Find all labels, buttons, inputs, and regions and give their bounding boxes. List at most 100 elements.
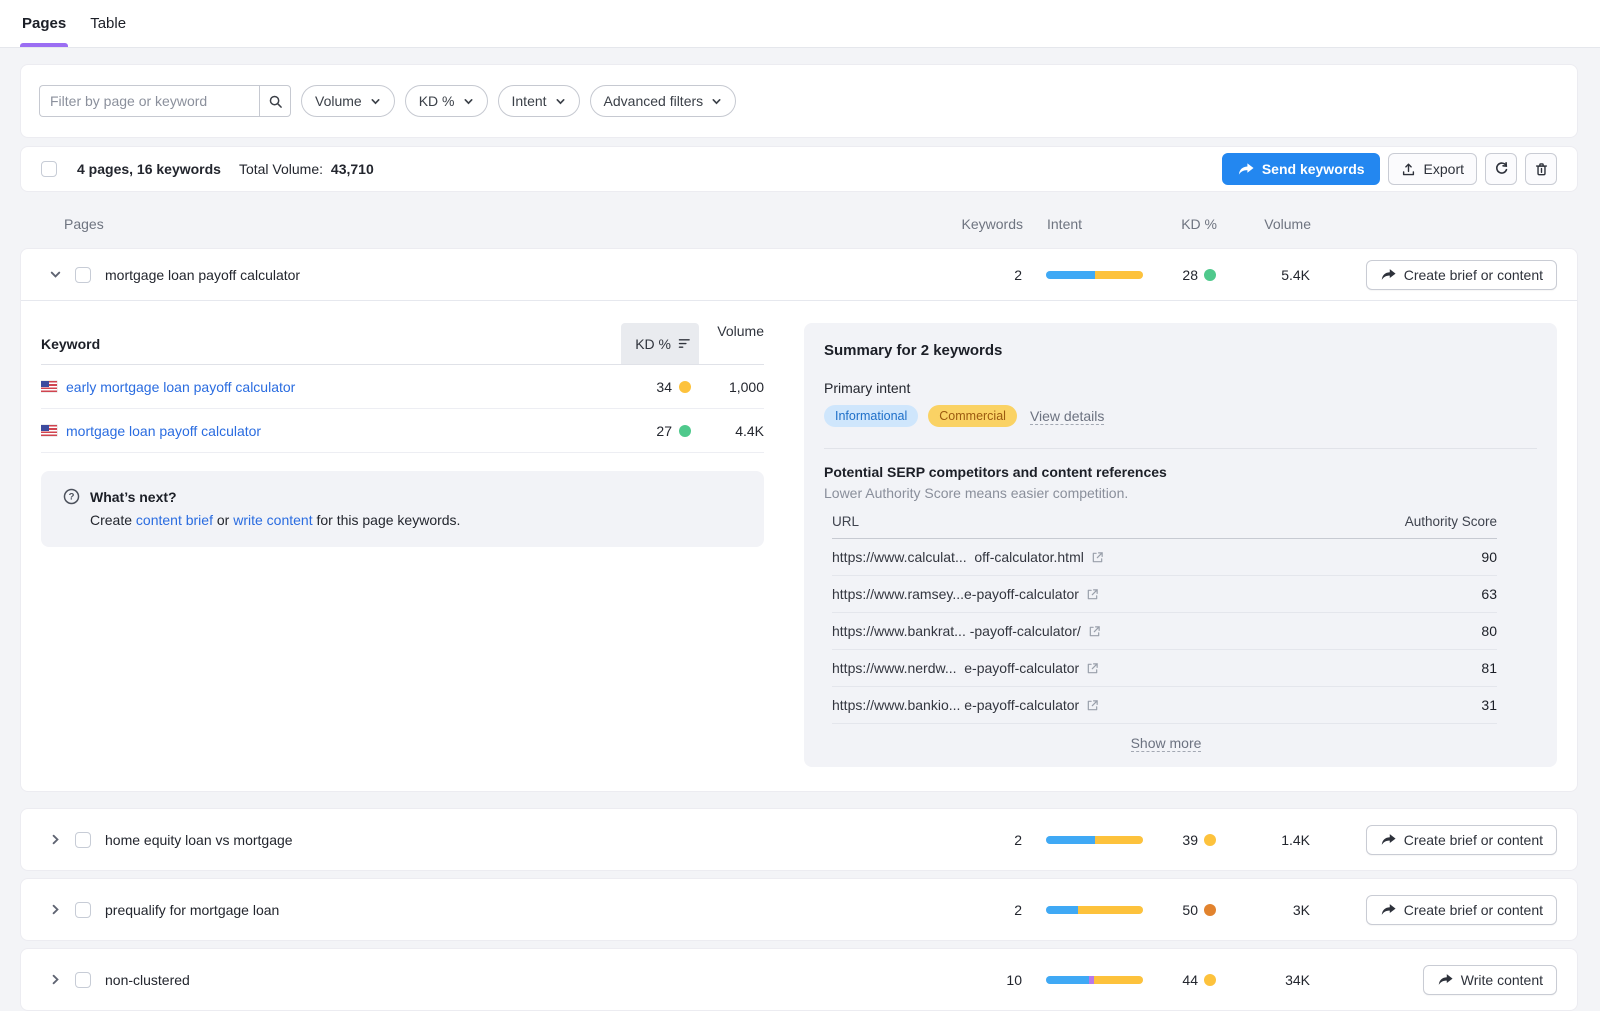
trash-icon: [1534, 162, 1549, 177]
external-link-icon[interactable]: [1091, 551, 1104, 564]
keyword-row: early mortgage loan payoff calculator 34…: [41, 365, 764, 409]
column-header-intent: Intent: [1047, 216, 1144, 232]
refresh-icon: [1494, 162, 1509, 177]
competitor-row: https://www.calculat... off-calculator.h…: [832, 539, 1497, 576]
tab-pages[interactable]: Pages: [20, 0, 68, 47]
write-content-button[interactable]: Write content: [1423, 965, 1557, 995]
kd-dot: [1204, 904, 1216, 916]
page-title: non-clustered: [105, 972, 190, 988]
page-content: Volume KD % Intent Advanced filters 4 pa…: [0, 48, 1600, 1011]
expand-chevron-icon[interactable]: [47, 832, 63, 848]
tab-table[interactable]: Table: [88, 0, 128, 47]
export-button[interactable]: Export: [1388, 153, 1477, 185]
create-brief-button[interactable]: Create brief or content: [1366, 895, 1557, 925]
send-keywords-button[interactable]: Send keywords: [1222, 153, 1380, 185]
page-title: home equity loan vs mortgage: [105, 832, 293, 848]
page-card-prequalify-for-mortgage-loan: prequalify for mortgage loan 2 50 3K Cre…: [20, 878, 1578, 941]
column-header-pages: Pages: [64, 216, 104, 232]
collapse-chevron-icon[interactable]: [47, 267, 63, 283]
volume-value: 5.4K: [1247, 267, 1333, 283]
keyword-volume-value: 1,000: [699, 379, 764, 395]
delete-button[interactable]: [1525, 153, 1557, 185]
kd-header-label: KD %: [635, 336, 671, 352]
volume-filter-dropdown[interactable]: Volume: [301, 85, 395, 117]
page-title: mortgage loan payoff calculator: [105, 267, 300, 283]
intent-filter-dropdown[interactable]: Intent: [498, 85, 580, 117]
page-title: prequalify for mortgage loan: [105, 902, 279, 918]
sort-descending-icon: [678, 338, 691, 349]
top-tab-bar: Pages Table: [0, 0, 1600, 48]
selection-toolbar: 4 pages, 16 keywords Total Volume: 43,71…: [20, 146, 1578, 192]
keywords-count: 10: [952, 972, 1022, 988]
competitors-table: URL Authority Score https://www.calculat…: [832, 514, 1497, 751]
show-more-link[interactable]: Show more: [1131, 735, 1202, 752]
kd-dot: [1204, 834, 1216, 846]
search-icon: [268, 94, 283, 109]
total-volume: Total Volume: 43,710: [239, 161, 374, 177]
advanced-filters-dropdown[interactable]: Advanced filters: [590, 85, 737, 117]
refresh-button[interactable]: [1485, 153, 1517, 185]
search-button[interactable]: [259, 85, 291, 117]
competitor-url: https://www.ramsey...e-payoff-calculator: [832, 586, 1079, 602]
authority-score: 80: [1481, 623, 1497, 639]
external-link-icon[interactable]: [1086, 699, 1099, 712]
kd-dot: [1204, 974, 1216, 986]
expand-chevron-icon[interactable]: [47, 972, 63, 988]
page-row: mortgage loan payoff calculator 2 28 5.4…: [21, 260, 1577, 290]
view-details-link[interactable]: View details: [1030, 408, 1104, 425]
kd-filter-label: KD %: [419, 93, 455, 109]
summary-title: Summary for 2 keywords: [824, 342, 1537, 359]
create-brief-button[interactable]: Create brief or content: [1366, 260, 1557, 290]
send-arrow-icon: [1380, 833, 1396, 846]
divider: [824, 448, 1537, 449]
expand-chevron-icon[interactable]: [47, 902, 63, 918]
kd-value: 39: [1182, 832, 1198, 848]
kd-value: 44: [1182, 972, 1198, 988]
send-arrow-icon: [1237, 162, 1254, 176]
create-brief-label: Create brief or content: [1404, 902, 1543, 918]
volume-filter-label: Volume: [315, 93, 362, 109]
external-link-icon[interactable]: [1088, 625, 1101, 638]
whats-next-box: ? What’s next? Create content brief or w…: [41, 471, 764, 547]
search-input[interactable]: [39, 85, 259, 117]
search-box: [39, 85, 291, 117]
chevron-down-icon: [555, 96, 566, 107]
commercial-intent-badge: Commercial: [928, 405, 1017, 427]
kd-sort-header[interactable]: KD %: [621, 323, 699, 364]
external-link-icon[interactable]: [1086, 662, 1099, 675]
keyword-column-header: Keyword: [41, 336, 621, 352]
keywords-count: 2: [952, 267, 1022, 283]
send-arrow-icon: [1380, 903, 1396, 916]
external-link-icon[interactable]: [1086, 588, 1099, 601]
keyword-volume-value: 4.4K: [699, 423, 764, 439]
volume-value: 1.4K: [1247, 832, 1333, 848]
chevron-down-icon: [370, 96, 381, 107]
export-icon: [1401, 162, 1416, 177]
tab-table-label: Table: [90, 15, 126, 32]
keyword-link[interactable]: mortgage loan payoff calculator: [66, 423, 261, 439]
create-brief-button[interactable]: Create brief or content: [1366, 825, 1557, 855]
competitor-url: https://www.calculat... off-calculator.h…: [832, 549, 1084, 565]
authority-score: 90: [1481, 549, 1497, 565]
volume-column-header: Volume: [699, 323, 764, 364]
select-all-checkbox[interactable]: [41, 161, 57, 177]
keywords-count: 2: [952, 832, 1022, 848]
content-brief-link[interactable]: content brief: [136, 512, 213, 528]
write-content-link[interactable]: write content: [233, 512, 312, 528]
intent-bar: [1046, 836, 1143, 844]
row-checkbox[interactable]: [75, 902, 91, 918]
row-checkbox[interactable]: [75, 832, 91, 848]
selection-summary: 4 pages, 16 keywords: [77, 161, 221, 177]
row-checkbox[interactable]: [75, 972, 91, 988]
row-checkbox[interactable]: [75, 267, 91, 283]
keyword-link[interactable]: early mortgage loan payoff calculator: [66, 379, 295, 395]
question-circle-icon: ?: [63, 488, 80, 505]
keyword-kd-value: 34: [656, 379, 672, 395]
filter-bar: Volume KD % Intent Advanced filters: [20, 64, 1578, 138]
whats-next-title: What’s next?: [90, 489, 177, 505]
competitor-row: https://www.bankio... e-payoff-calculato…: [832, 687, 1497, 724]
informational-intent-badge: Informational: [824, 405, 918, 427]
kd-dot: [679, 425, 691, 437]
create-brief-label: Create brief or content: [1404, 267, 1543, 283]
kd-filter-dropdown[interactable]: KD %: [405, 85, 488, 117]
